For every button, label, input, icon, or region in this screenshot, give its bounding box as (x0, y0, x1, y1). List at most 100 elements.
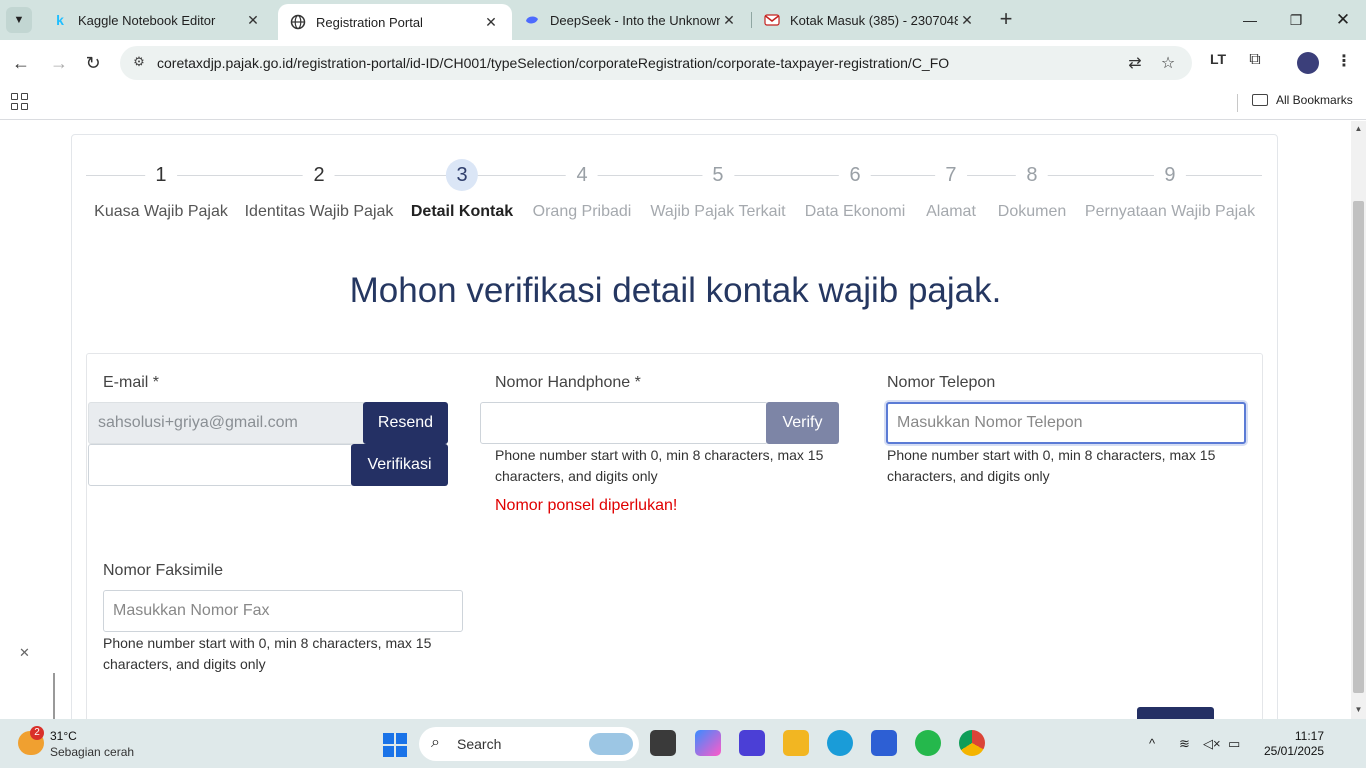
step-number: 2 (303, 159, 335, 191)
step-number: 1 (144, 159, 177, 191)
whatsapp-icon[interactable] (915, 730, 941, 756)
profile-avatar[interactable] (1297, 52, 1319, 74)
wifi-icon[interactable]: ≋ (1179, 736, 1190, 752)
arrow-left-icon: ← (12, 52, 30, 73)
all-bookmarks-button[interactable]: All Bookmarks (1252, 93, 1353, 107)
site-settings-icon[interactable]: ⚙ (130, 54, 148, 72)
whale-icon (524, 12, 540, 28)
battery-icon[interactable]: ▭ (1228, 736, 1240, 752)
file-explorer-icon[interactable] (783, 730, 809, 756)
step-label: Identitas Wajib Pajak (244, 203, 394, 220)
tab-gmail[interactable]: Kotak Masuk (385) - 230704800 ✕ (752, 0, 988, 40)
tab-title: DeepSeek - Into the Unknown (550, 12, 720, 28)
weather-temperature[interactable]: 31°C (50, 729, 77, 743)
step-number: 6 (839, 159, 871, 191)
page-scrollbar[interactable]: ▲ ▼ (1351, 121, 1366, 719)
step-number: 3 (446, 159, 478, 191)
close-icon[interactable]: ✕ (482, 14, 500, 31)
step-5[interactable]: 5 Wajib Pajak Terkait (650, 159, 786, 221)
faksimile-label: Nomor Faksimile (103, 562, 224, 579)
step-label: Wajib Pajak Terkait (650, 203, 786, 220)
notification-badge: 2 (30, 726, 44, 740)
arrow-right-icon: → (50, 52, 68, 73)
tab-search-button[interactable]: ▼ (6, 7, 32, 33)
step-2[interactable]: 2 Identitas Wajib Pajak (244, 159, 394, 221)
resend-button[interactable]: Resend (363, 402, 448, 444)
minimize-button[interactable]: — (1227, 0, 1273, 40)
handphone-error-message: Nomor ponsel diperlukan! (495, 497, 678, 514)
bookmark-separator (1237, 94, 1238, 112)
edge-icon[interactable] (827, 730, 853, 756)
page-title: Mohon verifikasi detail kontak wajib paj… (349, 271, 1002, 310)
close-window-button[interactable]: ✕ (1320, 0, 1366, 40)
step-4[interactable]: 4 Orang Pribadi (533, 159, 631, 221)
step-label: Detail Kontak (410, 203, 514, 220)
minimize-icon: — (1243, 12, 1257, 28)
step-number: 8 (1015, 159, 1048, 191)
tab-kaggle[interactable]: k Kaggle Notebook Editor ✕ (40, 0, 274, 40)
search-icon: ⌕ (431, 734, 440, 751)
tab-strip: ▼ k Kaggle Notebook Editor ✕ Registratio… (0, 0, 1366, 40)
reload-button[interactable]: ↻ (81, 51, 105, 75)
url-text[interactable]: coretaxdjp.pajak.go.id/registration-port… (157, 55, 949, 71)
extension-lt-icon[interactable]: LT (1206, 51, 1230, 75)
scroll-up-icon[interactable]: ▲ (1354, 124, 1363, 133)
step-6[interactable]: 6 Data Ekonomi (805, 159, 905, 221)
step-8[interactable]: 8 Dokumen (998, 159, 1066, 221)
restore-button[interactable]: ❐ (1273, 0, 1319, 40)
task-view-icon[interactable] (650, 730, 676, 756)
next-button[interactable] (1137, 707, 1214, 719)
step-number: 7 (934, 159, 967, 191)
handphone-label: Nomor Handphone * (495, 374, 641, 391)
handphone-input[interactable] (480, 402, 768, 444)
step-9[interactable]: 9 Pernyataan Wajib Pajak (1085, 159, 1255, 221)
telepon-label: Nomor Telepon (887, 374, 996, 391)
telepon-hint: Phone number start with 0, min 8 charact… (887, 447, 1216, 484)
step-7[interactable]: 7 Alamat (926, 159, 976, 221)
chrome-icon[interactable] (959, 730, 985, 756)
star-icon[interactable]: ☆ (1158, 53, 1178, 73)
close-icon[interactable]: ✕ (958, 12, 976, 29)
scroll-down-icon[interactable]: ▼ (1354, 705, 1363, 714)
windows-start-icon[interactable] (383, 733, 407, 757)
store-icon[interactable] (871, 730, 897, 756)
all-bookmarks-label: All Bookmarks (1276, 93, 1353, 107)
new-tab-button[interactable]: + (994, 8, 1018, 32)
faksimile-input[interactable] (103, 590, 463, 632)
clock-time: 11:17 (1294, 729, 1324, 743)
plus-icon: + (999, 6, 1013, 31)
apps-grid-icon[interactable] (11, 93, 29, 111)
side-decoration (53, 673, 55, 719)
volume-muted-icon[interactable]: ◁× (1203, 736, 1221, 752)
extensions-puzzle-icon[interactable]: ⧉ (1243, 51, 1267, 75)
kaggle-icon: k (56, 12, 64, 28)
email-verification-code-input[interactable] (88, 444, 353, 486)
tab-deepseek[interactable]: DeepSeek - Into the Unknown ✕ (512, 0, 750, 40)
address-bar[interactable]: ⚙ coretaxdjp.pajak.go.id/registration-po… (120, 46, 1192, 80)
back-button[interactable]: ← (9, 51, 33, 75)
email-verify-button[interactable]: Verifikasi (351, 444, 448, 486)
taskbar-search[interactable]: ⌕ Search (419, 727, 639, 761)
system-clock[interactable]: 11:17 25/01/2025 (1264, 729, 1324, 759)
step-label: Kuasa Wajib Pajak (94, 203, 228, 220)
visual-studio-icon[interactable] (739, 730, 765, 756)
step-1[interactable]: 1 Kuasa Wajib Pajak (94, 159, 228, 221)
more-menu-icon[interactable]: ⋮ (1332, 51, 1356, 75)
chevron-up-icon[interactable]: ^ (1149, 736, 1155, 751)
tab-title: Kaggle Notebook Editor (78, 12, 216, 28)
step-3[interactable]: 3 Detail Kontak (411, 159, 513, 221)
close-icon[interactable]: ✕ (19, 645, 30, 661)
telepon-input[interactable] (886, 402, 1246, 444)
restore-icon: ❐ (1289, 11, 1303, 28)
close-icon[interactable]: ✕ (720, 12, 738, 29)
handphone-verify-button[interactable]: Verify (766, 402, 839, 444)
forward-button[interactable]: → (47, 51, 71, 75)
weather-description[interactable]: Sebagian cerah (50, 745, 134, 759)
bookmarks-bar: All Bookmarks (0, 86, 1366, 120)
reload-icon: ↻ (85, 52, 101, 73)
close-icon[interactable]: ✕ (244, 12, 262, 29)
scroll-thumb[interactable] (1353, 201, 1364, 693)
translate-icon[interactable]: ⇄ (1125, 53, 1145, 73)
copilot-icon[interactable] (695, 730, 721, 756)
tab-registration-portal[interactable]: Registration Portal ✕ (278, 4, 512, 40)
